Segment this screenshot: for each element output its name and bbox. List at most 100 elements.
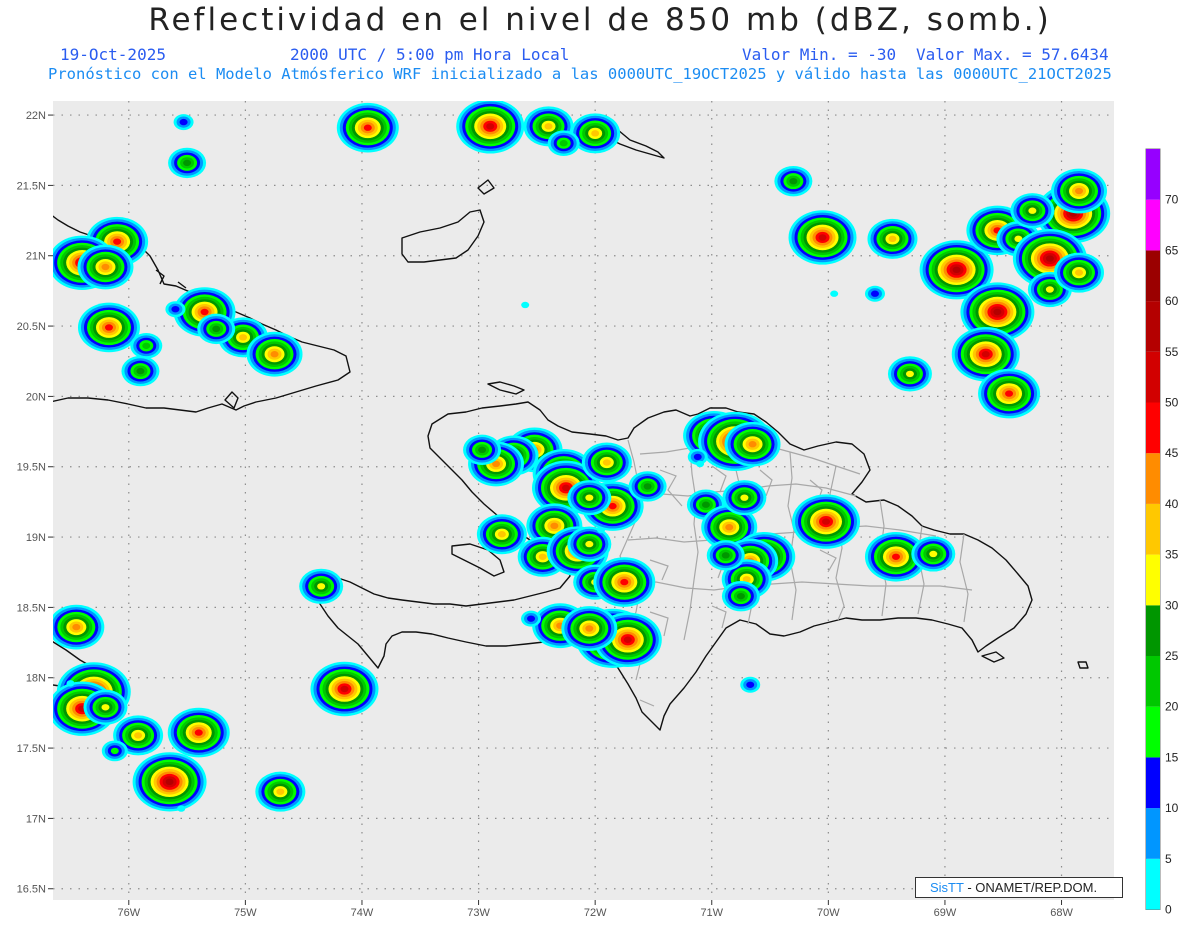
echo-cell-31 bbox=[864, 285, 885, 302]
lon-tick-label: 74W bbox=[351, 907, 374, 919]
echo-cell-52 bbox=[593, 557, 656, 607]
echo-cell-28 bbox=[1010, 193, 1055, 229]
lat-tick-label: 16.5N bbox=[17, 884, 46, 896]
echo-ring bbox=[1045, 286, 1054, 293]
echo-ring bbox=[363, 124, 372, 131]
echo-ring bbox=[538, 553, 547, 560]
echo-ring bbox=[550, 522, 559, 530]
echo-ring bbox=[585, 494, 594, 501]
colorbar-label: 0 bbox=[1165, 903, 1172, 917]
echo-ring bbox=[183, 159, 192, 167]
colorbar-swatch-25 bbox=[1146, 605, 1160, 656]
echo-ring bbox=[993, 308, 1002, 316]
echo-cell-10 bbox=[77, 244, 134, 290]
colorbar-label: 30 bbox=[1165, 598, 1179, 612]
echo-cell-46 bbox=[476, 514, 527, 555]
echo-cell-68 bbox=[706, 540, 745, 571]
lon-tick-label: 76W bbox=[117, 907, 140, 919]
colorbar-label: 25 bbox=[1165, 649, 1179, 663]
echo-cell-75 bbox=[310, 661, 379, 717]
echo-ring bbox=[870, 290, 879, 297]
echo-ring bbox=[740, 494, 749, 501]
echo-cell-6 bbox=[547, 130, 580, 157]
lat-tick-label: 20N bbox=[26, 391, 46, 403]
echo-cell-60 bbox=[722, 480, 767, 516]
echo-ring bbox=[888, 235, 897, 243]
echo-cell-67 bbox=[721, 580, 760, 612]
echo-cell-83 bbox=[101, 740, 128, 762]
echo-ring bbox=[165, 778, 174, 786]
colorbar-swatch-40 bbox=[1146, 453, 1160, 504]
lat-tick-label: 19N bbox=[26, 532, 46, 544]
colorbar-label: 65 bbox=[1165, 243, 1179, 257]
echo-ring bbox=[1075, 269, 1084, 276]
echo-cell-84 bbox=[132, 752, 207, 812]
echo-ring bbox=[643, 483, 652, 490]
echo-ring bbox=[179, 118, 188, 126]
colorbar-swatch-45 bbox=[1146, 402, 1160, 454]
echo-ring bbox=[239, 334, 248, 341]
echo-cell-18 bbox=[121, 355, 160, 387]
echo-ring bbox=[620, 578, 629, 586]
echo-ring bbox=[585, 625, 594, 632]
echo-cell-7 bbox=[774, 165, 813, 197]
lon-tick-label: 70W bbox=[817, 907, 840, 919]
echo-cell-0 bbox=[173, 114, 194, 131]
lon-tick-label: 69W bbox=[934, 907, 957, 919]
lon-tick-label: 71W bbox=[700, 907, 723, 919]
credit-org: - ONAMET/REP.DOM. bbox=[963, 880, 1098, 895]
echo-ring bbox=[317, 583, 326, 590]
colorbar-swatch-15 bbox=[1146, 706, 1160, 758]
echo-ring bbox=[486, 123, 495, 130]
colorbar-swatch-55 bbox=[1146, 301, 1160, 352]
echo-cell-50 bbox=[567, 526, 612, 562]
lat-tick-label: 19.5N bbox=[17, 462, 46, 474]
colorbar-label: 60 bbox=[1165, 294, 1179, 308]
colorbar-swatch-30 bbox=[1146, 554, 1160, 606]
lat-tick-label: 17N bbox=[26, 813, 46, 825]
echo-cell-80 bbox=[83, 689, 128, 725]
echo-ring bbox=[142, 342, 151, 349]
echo-ring bbox=[66, 680, 75, 687]
echo-cell-89 bbox=[66, 680, 75, 687]
lat-tick-label: 20.5N bbox=[17, 321, 46, 333]
echo-cell-61 bbox=[792, 494, 861, 549]
echo-cell-2 bbox=[336, 102, 399, 153]
echo-cell-34 bbox=[978, 368, 1041, 419]
echo-cell-17 bbox=[130, 332, 163, 359]
echo-cell-63 bbox=[911, 536, 956, 572]
echo-ring bbox=[830, 290, 839, 297]
echo-ring bbox=[701, 501, 710, 508]
echo-ring bbox=[952, 266, 961, 274]
echo-ring bbox=[596, 526, 605, 534]
echo-cell-19 bbox=[521, 301, 530, 309]
echo-ring bbox=[562, 484, 571, 492]
colorbar-label: 20 bbox=[1165, 700, 1179, 714]
echo-cell-36 bbox=[1054, 252, 1105, 293]
echo-ring bbox=[177, 805, 186, 812]
echo-cell-76 bbox=[740, 676, 761, 693]
echo-ring bbox=[929, 550, 938, 558]
echo-cell-53 bbox=[628, 471, 667, 502]
echo-cell-42 bbox=[463, 434, 502, 466]
credit-sis: SisTT bbox=[930, 880, 964, 895]
colorbar-label: 15 bbox=[1165, 750, 1179, 764]
echo-cell-16 bbox=[197, 313, 236, 345]
echo-cell-56 bbox=[724, 421, 781, 467]
echo-cell-3 bbox=[456, 101, 525, 154]
colorbar-swatch-0 bbox=[1146, 858, 1160, 910]
echo-cell-33 bbox=[887, 356, 932, 392]
echo-cell-77 bbox=[53, 604, 105, 650]
lat-tick-label: 18N bbox=[26, 673, 46, 685]
colorbar-swatch-60 bbox=[1146, 250, 1160, 302]
echo-ring bbox=[746, 681, 755, 688]
echo-cell-82 bbox=[167, 707, 230, 758]
echo-ring bbox=[822, 518, 831, 525]
echo-ring bbox=[748, 441, 757, 448]
echo-ring bbox=[891, 553, 900, 560]
lat-tick-label: 17.5N bbox=[17, 743, 46, 755]
echo-ring bbox=[478, 446, 487, 454]
echo-ring bbox=[212, 325, 221, 333]
echo-ring bbox=[276, 788, 285, 795]
echo-cell-1 bbox=[168, 147, 207, 179]
